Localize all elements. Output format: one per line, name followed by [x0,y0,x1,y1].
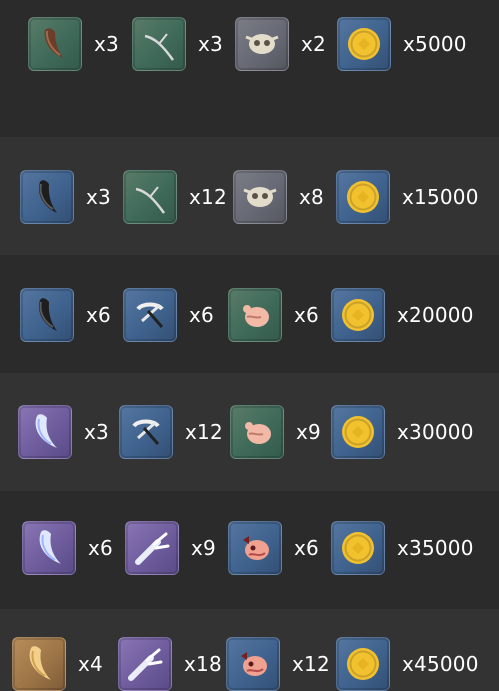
quantity-label: x12 [189,185,227,209]
quantity-label: x35000 [397,536,474,560]
white-branch-icon [125,521,179,575]
quantity-label: x5000 [403,32,467,56]
table-row: x6 x9 x6 x35000 [0,491,499,609]
golden-fang-icon [12,637,66,691]
twig-icon [123,170,177,224]
material-slot: x6 [228,288,319,342]
pink-creature-icon [230,405,284,459]
crossed-bones-icon [123,288,177,342]
table-row: x3 x12 x9 x30000 [0,373,499,491]
pink-creature-icon [228,288,282,342]
material-slot: x12 [226,637,330,691]
material-slot: x6 [22,521,113,575]
material-slot: x4 [12,637,103,691]
skull-icon [235,17,289,71]
dark-fang-icon [20,288,74,342]
quantity-label: x3 [84,420,109,444]
table-row: x4 x18 x12 x45000 [0,609,499,691]
gold-coin-icon [336,170,390,224]
crossed-bones-icon [119,405,173,459]
quantity-label: x9 [191,536,216,560]
quantity-label: x3 [198,32,223,56]
ascension-materials-table: x3 x3 x2 x5000 x3 x12 x8 x15000 x6 x6 x6… [0,0,499,691]
quantity-label: x4 [78,652,103,676]
gold-coin-icon [331,521,385,575]
material-slot: x3 [18,405,109,459]
quantity-label: x30000 [397,420,474,444]
material-slot: x8 [233,170,324,224]
quantity-label: x6 [86,303,111,327]
quantity-label: x12 [185,420,223,444]
material-slot: x6 [20,288,111,342]
table-row: x6 x6 x6 x20000 [0,255,499,373]
dark-fang-icon [28,17,82,71]
gold-coin-icon [331,405,385,459]
table-row: x3 x3 x2 x5000 [0,0,499,137]
skull-icon [233,170,287,224]
quantity-label: x18 [184,652,222,676]
quantity-label: x6 [294,303,319,327]
white-branch-icon [118,637,172,691]
material-slot: x20000 [331,288,474,342]
quantity-label: x6 [88,536,113,560]
dark-fang-icon [20,170,74,224]
material-slot: x30000 [331,405,474,459]
quantity-label: x12 [292,652,330,676]
quantity-label: x6 [294,536,319,560]
quantity-label: x9 [296,420,321,444]
material-slot: x35000 [331,521,474,575]
quantity-label: x8 [299,185,324,209]
ice-fang-icon [22,521,76,575]
material-slot: x3 [28,17,119,71]
table-row: x3 x12 x8 x15000 [0,137,499,255]
material-slot: x12 [123,170,227,224]
red-creature-icon [228,521,282,575]
quantity-label: x6 [189,303,214,327]
material-slot: x15000 [336,170,479,224]
gold-coin-icon [331,288,385,342]
material-slot: x45000 [336,637,479,691]
quantity-label: x3 [86,185,111,209]
material-slot: x6 [123,288,214,342]
quantity-label: x20000 [397,303,474,327]
gold-coin-icon [336,637,390,691]
material-slot: x5000 [337,17,467,71]
gold-coin-icon [337,17,391,71]
ice-fang-icon [18,405,72,459]
quantity-label: x15000 [402,185,479,209]
material-slot: x2 [235,17,326,71]
material-slot: x9 [125,521,216,575]
material-slot: x18 [118,637,222,691]
red-creature-icon [226,637,280,691]
material-slot: x3 [20,170,111,224]
twig-icon [132,17,186,71]
quantity-label: x2 [301,32,326,56]
material-slot: x6 [228,521,319,575]
material-slot: x9 [230,405,321,459]
material-slot: x12 [119,405,223,459]
quantity-label: x3 [94,32,119,56]
quantity-label: x45000 [402,652,479,676]
material-slot: x3 [132,17,223,71]
